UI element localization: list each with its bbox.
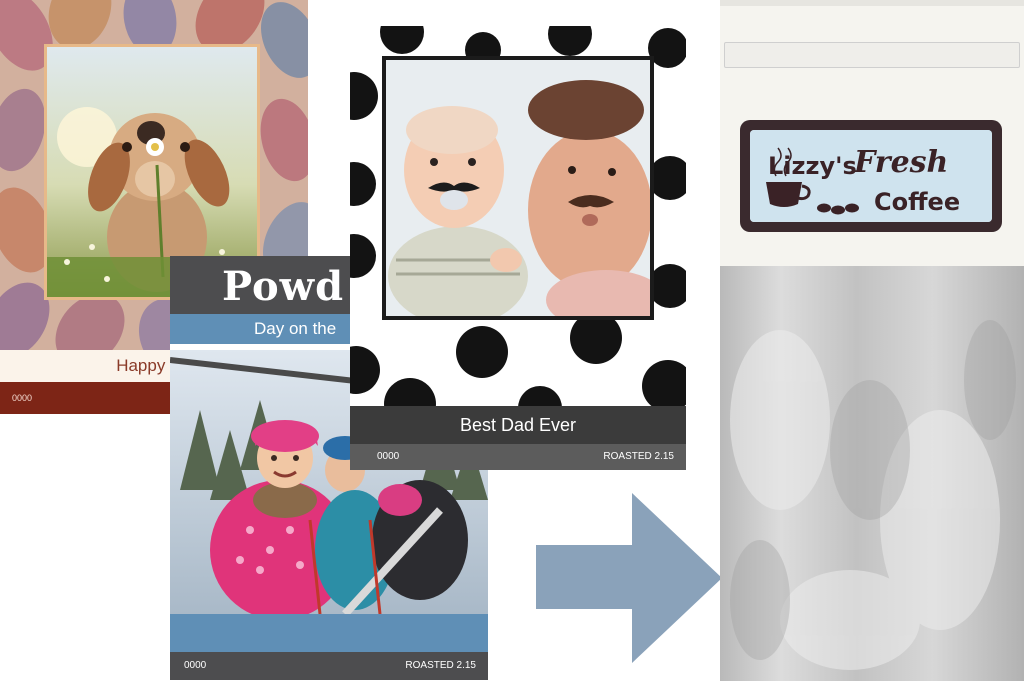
footer-code: 0000: [377, 451, 400, 462]
zip-seal: [724, 42, 1020, 68]
card-caption: Best Dad Ever: [350, 406, 686, 444]
card-footer: 0000 ROASTED 2.15: [350, 444, 686, 470]
brand-name-line3: Coffee: [874, 188, 960, 216]
dad-baby-photo: [382, 56, 654, 320]
brand-name-line2: Fresh: [853, 145, 948, 180]
right-arrow-icon: [536, 493, 722, 663]
coffee-bag-mockup[interactable]: Lizzy's Fresh Coffee: [720, 0, 1024, 681]
accent-band: [170, 614, 488, 652]
brand-name-line1: Lizzy's: [768, 152, 857, 180]
brand-label: Lizzy's Fresh Coffee: [740, 120, 1002, 232]
best-dad-card[interactable]: Best Dad Ever 0000 ROASTED 2.15: [350, 26, 686, 470]
footer-code: 0000: [184, 660, 207, 671]
bag-top-edge: [720, 0, 1024, 6]
card-footer: 0000 ROASTED 2.15: [170, 652, 488, 680]
footer-roast-date: ROASTED 2.15: [603, 451, 674, 462]
footer-roast-date: ROASTED 2.15: [405, 660, 476, 671]
